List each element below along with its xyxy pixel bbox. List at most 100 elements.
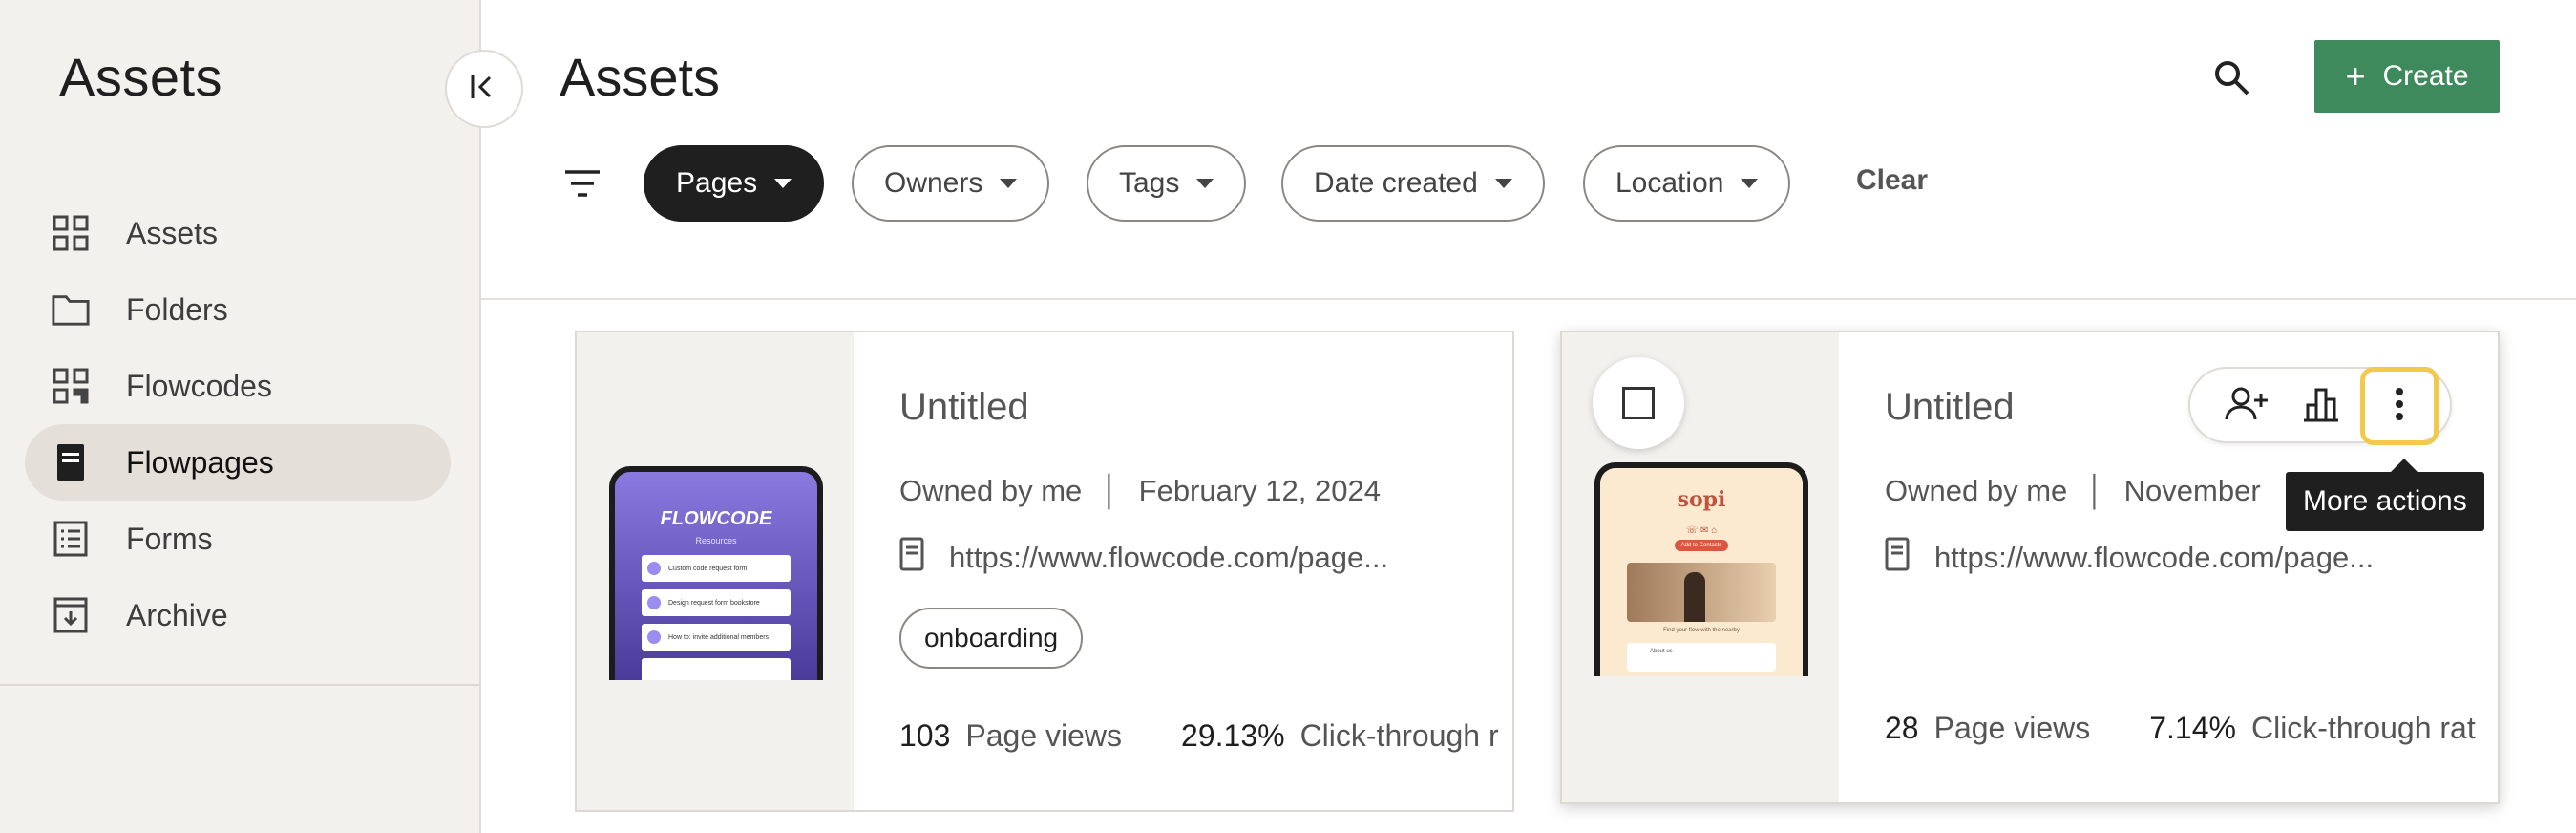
sidebar-item-label: Forms <box>126 521 213 556</box>
card-title[interactable]: Untitled <box>1885 386 2015 429</box>
chip-label: Date created <box>1314 167 1478 199</box>
filter-chip-owners[interactable]: Owners <box>852 145 1050 222</box>
preview-link <box>642 658 791 680</box>
page-title: Assets <box>560 47 721 107</box>
card-stats: 28 Page views 7.14% Click-through rat <box>1885 711 2476 746</box>
asset-card[interactable]: sopi ☏ ✉ ⌂ Add to Contacts Find your flo… <box>1560 331 2500 804</box>
sidebar-item-folders[interactable]: Folders <box>25 271 451 348</box>
sidebar: Assets Assets Folders Flowcodes Flowpage… <box>0 0 481 833</box>
card-url-row: https://www.flowcode.com/page... <box>1885 537 2374 579</box>
preview-brand: sopi <box>1677 487 1726 512</box>
search-icon <box>2213 59 2251 102</box>
ctr-label: Click-through rat <box>2250 711 2476 745</box>
sidebar-item-archive[interactable]: Archive <box>25 577 451 653</box>
preview-about: About us <box>1627 643 1776 672</box>
more-actions-tooltip: More actions <box>2286 459 2484 531</box>
card-url[interactable]: https://www.flowcode.com/page... <box>1934 541 2374 575</box>
page-icon <box>52 443 90 481</box>
add-person-icon <box>2225 386 2269 427</box>
sidebar-item-flowpages[interactable]: Flowpages <box>25 424 451 501</box>
select-checkbox[interactable] <box>1593 357 1684 449</box>
collapse-sidebar-button[interactable] <box>445 50 523 128</box>
meta-separator: │ <box>2086 474 2105 507</box>
share-button[interactable] <box>2217 376 2276 436</box>
header-divider <box>481 298 2576 300</box>
preview-caption: Find your flow with the nearby <box>1663 628 1740 633</box>
tag-chip[interactable]: onboarding <box>899 608 1084 669</box>
preview-subtitle: Resources <box>695 536 737 545</box>
card-meta: Owned by me │ February 12, 2024 <box>899 474 1381 508</box>
card-url[interactable]: https://www.flowcode.com/page... <box>949 541 1388 575</box>
sidebar-nav: Assets Folders Flowcodes Flowpages Forms <box>25 195 451 653</box>
preview-link-text: Custom code request form <box>668 565 748 572</box>
bar-chart-icon <box>2302 386 2340 427</box>
form-icon <box>52 520 90 558</box>
grid-icon <box>52 214 90 252</box>
sidebar-title: Assets <box>59 47 223 107</box>
filter-chip-pages[interactable]: Pages <box>644 145 825 222</box>
caret-down-icon <box>1494 179 1512 188</box>
card-thumbnail: sopi ☏ ✉ ⌂ Add to Contacts Find your flo… <box>1562 332 1839 802</box>
preview-link: Design request form bookstore <box>642 589 791 616</box>
page-icon <box>899 537 924 579</box>
plus-icon: + <box>2345 56 2366 96</box>
page-views-value: 28 <box>1885 711 1919 745</box>
card-date: November <box>2123 474 2261 507</box>
caret-down-icon <box>774 179 792 188</box>
filter-chip-tags[interactable]: Tags <box>1087 145 1247 222</box>
filter-icon[interactable] <box>563 164 602 203</box>
archive-icon <box>52 596 90 634</box>
more-actions-button[interactable] <box>2360 367 2439 445</box>
folder-icon <box>52 290 90 329</box>
sidebar-item-label: Flowcodes <box>126 368 272 403</box>
card-thumbnail: FLOWCODE Resources Custom code request f… <box>577 332 854 810</box>
card-owner: Owned by me <box>899 474 1083 507</box>
phone-preview: FLOWCODE Resources Custom code request f… <box>609 466 823 680</box>
card-url-row: https://www.flowcode.com/page... <box>899 537 1388 579</box>
link-dot-icon <box>647 596 661 609</box>
ctr-label: Click-through r <box>1299 718 1499 753</box>
asset-card[interactable]: FLOWCODE Resources Custom code request f… <box>575 331 1514 812</box>
card-action-bar <box>2188 367 2452 445</box>
clear-filters-link[interactable]: Clear <box>1856 164 1928 197</box>
sidebar-item-label: Flowpages <box>126 444 274 480</box>
preview-link: Custom code request form <box>642 555 791 582</box>
page-views-value: 103 <box>899 718 951 753</box>
filter-chip-location[interactable]: Location <box>1583 145 1791 222</box>
caret-down-icon <box>1196 179 1214 188</box>
sidebar-item-forms[interactable]: Forms <box>25 501 451 577</box>
card-owner: Owned by me <box>1885 474 2068 507</box>
search-button[interactable] <box>2206 53 2259 107</box>
card-date: February 12, 2024 <box>1138 474 1381 507</box>
preview-link-text: Design request form bookstore <box>668 599 760 607</box>
qr-code-icon <box>52 367 90 405</box>
card-title[interactable]: Untitled <box>899 386 1029 429</box>
filter-chip-date-created[interactable]: Date created <box>1281 145 1545 222</box>
page-icon <box>1885 537 1910 579</box>
sidebar-divider <box>0 684 481 686</box>
chip-label: Owners <box>884 167 983 199</box>
ctr-value: 7.14% <box>2149 711 2236 745</box>
ctr-value: 29.13% <box>1181 718 1285 753</box>
analytics-button[interactable] <box>2291 376 2351 436</box>
meta-separator: │ <box>1101 474 1120 507</box>
sidebar-item-label: Folders <box>126 291 228 327</box>
card-stats: 103 Page views 29.13% Click-through r <box>899 718 1499 754</box>
chip-label: Pages <box>676 167 758 199</box>
preview-image <box>1627 563 1776 622</box>
caret-down-icon <box>1000 179 1018 188</box>
phone-preview: sopi ☏ ✉ ⌂ Add to Contacts Find your flo… <box>1594 462 1808 676</box>
preview-contact-icons: ☏ ✉ ⌂ <box>1685 525 1718 536</box>
create-button-label: Create <box>2382 60 2469 92</box>
sidebar-item-assets[interactable]: Assets <box>25 195 451 271</box>
chip-label: Tags <box>1119 167 1180 199</box>
preview-link: How to: invite additional members <box>642 624 791 651</box>
create-button[interactable]: + Create <box>2314 40 2500 113</box>
page-views-label: Page views <box>1933 711 2091 745</box>
page-views-label: Page views <box>965 718 1123 753</box>
chip-label: Location <box>1615 167 1724 199</box>
card-meta: Owned by me │ November <box>1885 474 2261 508</box>
sidebar-item-flowcodes[interactable]: Flowcodes <box>25 348 451 424</box>
person-silhouette-icon <box>1684 572 1705 622</box>
caret-down-icon <box>1741 179 1759 188</box>
